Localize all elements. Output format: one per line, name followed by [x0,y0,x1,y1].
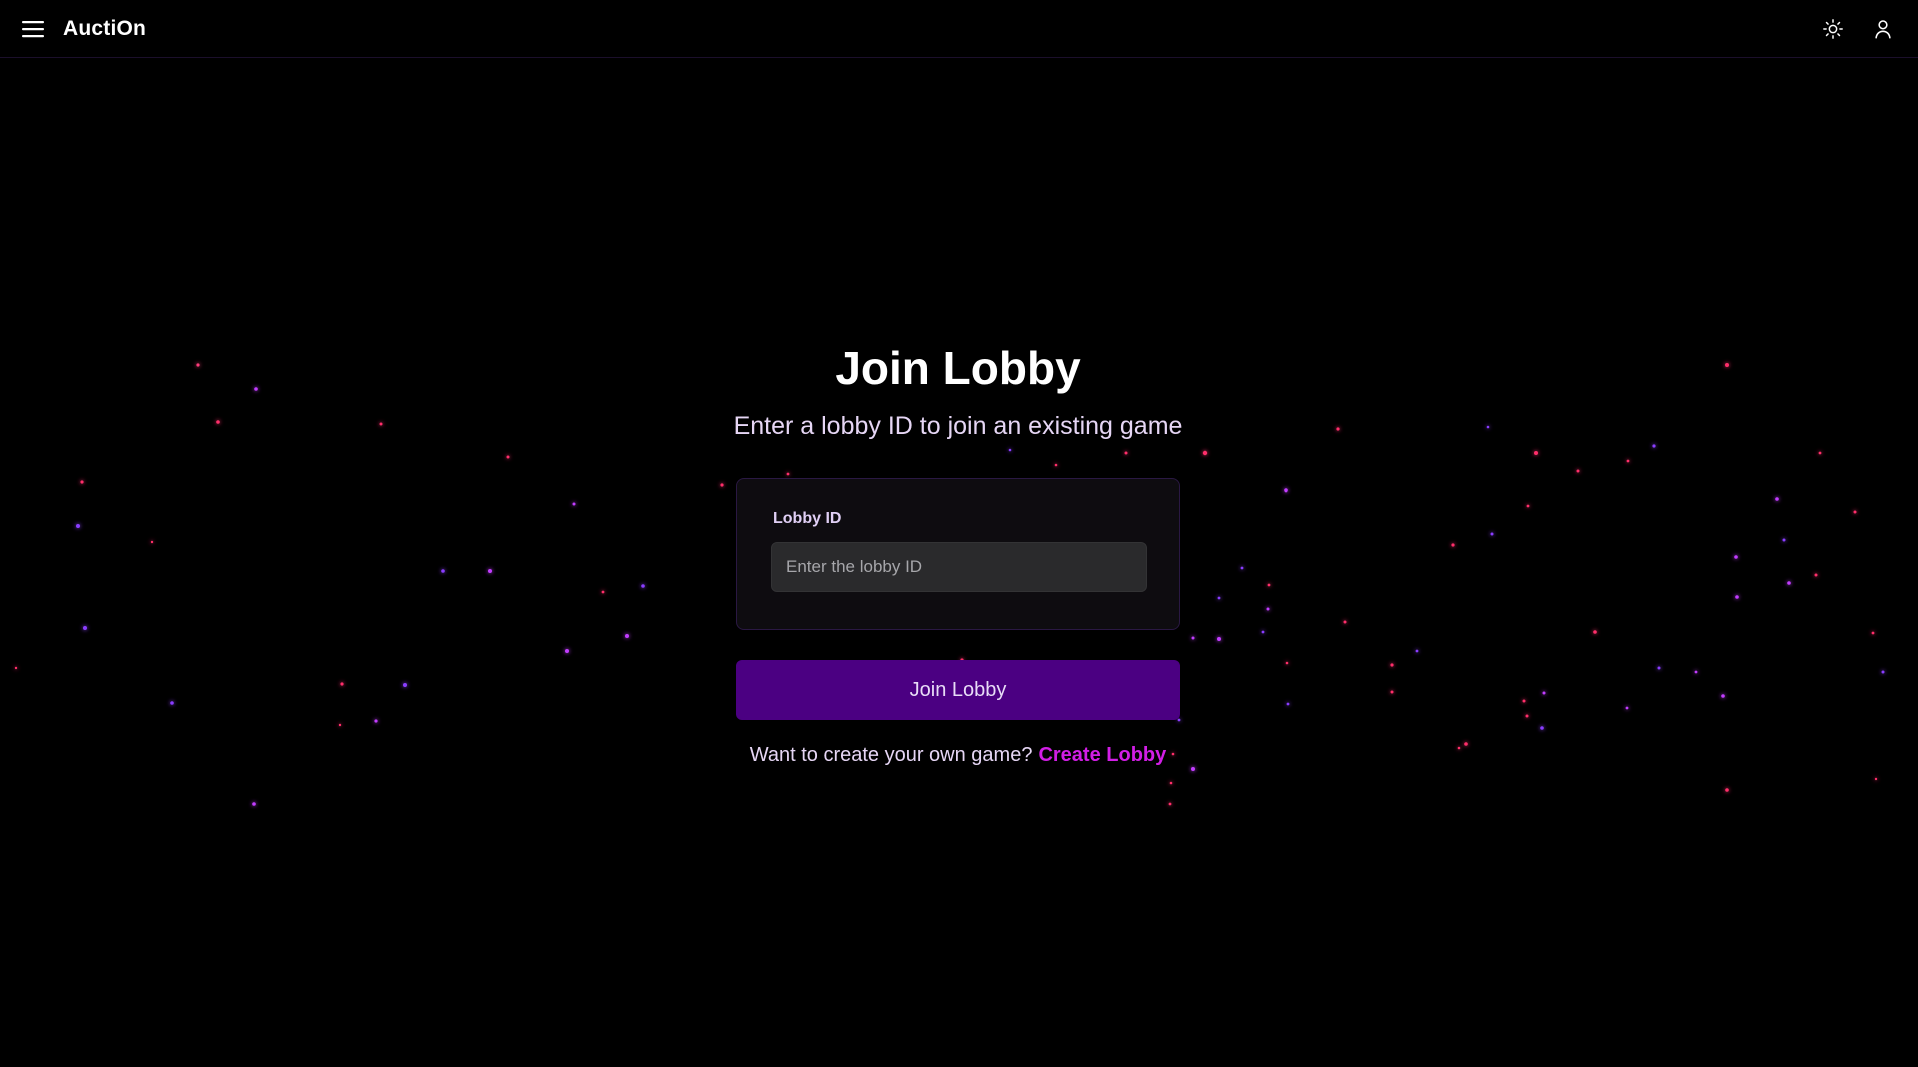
menu-button[interactable] [20,16,46,42]
hamburger-menu-icon [22,20,44,37]
create-lobby-prompt-text: Want to create your own game? [749,744,1033,766]
lobby-id-input[interactable] [771,542,1147,592]
join-lobby-panel: Join Lobby Enter a lobby ID to join an e… [733,340,1183,767]
join-lobby-button[interactable]: Join Lobby [736,660,1180,720]
lobby-id-card: Lobby ID [736,478,1180,630]
page-subtitle: Enter a lobby ID to join an existing gam… [733,412,1183,440]
theme-toggle-button[interactable] [1816,12,1850,46]
app-root: AuctiOn Join Lobby Enter a lobby ID to j… [0,0,1918,1067]
lobby-id-label: Lobby ID [773,510,842,527]
create-lobby-prompt: Want to create your own game? Create Lobb… [750,744,1167,767]
top-app-bar: AuctiOn [0,0,1918,58]
sun-icon [1823,18,1843,39]
brand-logo-text[interactable]: AuctiOn [63,17,146,41]
profile-button[interactable] [1866,12,1900,46]
create-lobby-link[interactable]: Create Lobby [1038,744,1166,766]
page-title: Join Lobby [835,342,1081,394]
main-content: Join Lobby Enter a lobby ID to join an e… [0,58,1918,1067]
user-icon [1875,19,1891,38]
